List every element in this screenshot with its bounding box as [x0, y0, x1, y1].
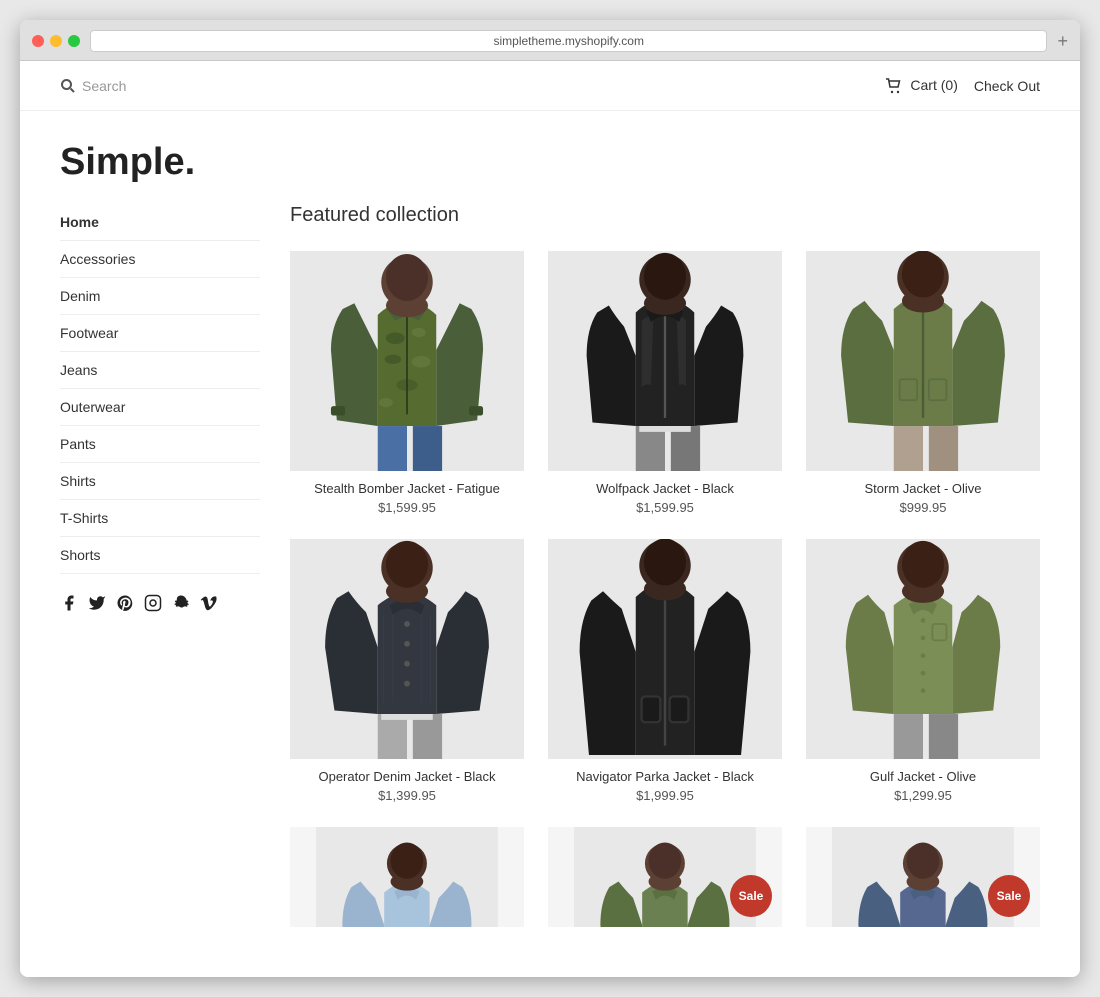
minimize-button[interactable]: [50, 35, 62, 47]
sale-badge: Sale: [988, 875, 1030, 917]
product-card[interactable]: Navigator Parka Jacket - Black $1,999.95: [548, 539, 782, 803]
product-card[interactable]: Operator Denim Jacket - Black $1,399.95: [290, 539, 524, 803]
product-card[interactable]: [290, 827, 524, 937]
twitter-icon[interactable]: [88, 594, 106, 617]
product-name: Storm Jacket - Olive: [806, 481, 1040, 496]
product-card[interactable]: Storm Jacket - Olive $999.95: [806, 251, 1040, 515]
product-image: Sale: [548, 827, 782, 927]
checkout-link[interactable]: Check Out: [974, 78, 1040, 94]
product-card[interactable]: Gulf Jacket - Olive $1,299.95: [806, 539, 1040, 803]
product-price: $999.95: [806, 500, 1040, 515]
product-image: [290, 539, 524, 759]
product-card[interactable]: Sale: [548, 827, 782, 937]
new-tab-button[interactable]: +: [1057, 32, 1068, 50]
nav-item-outerwear[interactable]: Outerwear: [60, 389, 260, 426]
nav-item-jeans[interactable]: Jeans: [60, 352, 260, 389]
product-name: Wolfpack Jacket - Black: [548, 481, 782, 496]
cart-label: Cart (0): [910, 77, 957, 93]
products-area: Featured collection: [290, 204, 1040, 937]
nav-item-shorts[interactable]: Shorts: [60, 537, 260, 574]
header-right: Cart (0) Check Out: [885, 77, 1040, 94]
nav-item-shirts[interactable]: Shirts: [60, 463, 260, 500]
product-price: $1,299.95: [806, 788, 1040, 803]
browser-chrome: simpletheme.myshopify.com +: [20, 20, 1080, 61]
collection-title: Featured collection: [290, 204, 1040, 227]
product-price: $1,599.95: [290, 500, 524, 515]
product-name: Operator Denim Jacket - Black: [290, 769, 524, 784]
nav-item-denim[interactable]: Denim: [60, 278, 260, 315]
site-header: Search Cart (0) Check Out: [20, 61, 1080, 111]
cart-link[interactable]: Cart (0): [885, 77, 958, 94]
cart-icon: [885, 78, 903, 94]
product-image: [548, 539, 782, 759]
instagram-icon[interactable]: [144, 594, 162, 617]
nav-item-pants[interactable]: Pants: [60, 426, 260, 463]
product-image: Sale: [806, 827, 1040, 927]
nav-item-tshirts[interactable]: T-Shirts: [60, 500, 260, 537]
traffic-lights: [32, 35, 80, 47]
products-grid: Stealth Bomber Jacket - Fatigue $1,599.9…: [290, 251, 1040, 937]
product-image: [806, 251, 1040, 471]
nav-item-accessories[interactable]: Accessories: [60, 241, 260, 278]
url-bar[interactable]: simpletheme.myshopify.com: [90, 30, 1047, 52]
browser-window: simpletheme.myshopify.com + Search: [20, 20, 1080, 977]
product-name: Stealth Bomber Jacket - Fatigue: [290, 481, 524, 496]
nav-item-footwear[interactable]: Footwear: [60, 315, 260, 352]
nav-item-home[interactable]: Home: [60, 204, 260, 241]
facebook-icon[interactable]: [60, 594, 78, 617]
product-image: [290, 827, 524, 927]
close-button[interactable]: [32, 35, 44, 47]
maximize-button[interactable]: [68, 35, 80, 47]
vimeo-icon[interactable]: [200, 594, 218, 617]
product-card[interactable]: Wolfpack Jacket - Black $1,599.95: [548, 251, 782, 515]
product-card[interactable]: Stealth Bomber Jacket - Fatigue $1,599.9…: [290, 251, 524, 515]
product-image: [806, 539, 1040, 759]
sidebar: Home Accessories Denim Footwear Jeans Ou…: [60, 204, 260, 937]
page-content: Search Cart (0) Check Out Simple.: [20, 61, 1080, 977]
search-icon: [60, 78, 76, 94]
product-name: Navigator Parka Jacket - Black: [548, 769, 782, 784]
search-area[interactable]: Search: [60, 78, 126, 94]
product-price: $1,399.95: [290, 788, 524, 803]
sale-badge: Sale: [730, 875, 772, 917]
main-layout: Home Accessories Denim Footwear Jeans Ou…: [20, 204, 1080, 977]
product-price: $1,599.95: [548, 500, 782, 515]
product-image: [548, 251, 782, 471]
brand-name: Simple.: [60, 141, 1040, 184]
product-name: Gulf Jacket - Olive: [806, 769, 1040, 784]
product-price: $1,999.95: [548, 788, 782, 803]
brand-section: Simple.: [20, 111, 1080, 204]
social-icons: [60, 594, 260, 617]
pinterest-icon[interactable]: [116, 594, 134, 617]
product-image: [290, 251, 524, 471]
product-card[interactable]: Sale: [806, 827, 1040, 937]
snapchat-icon[interactable]: [172, 594, 190, 617]
search-label: Search: [82, 78, 126, 94]
